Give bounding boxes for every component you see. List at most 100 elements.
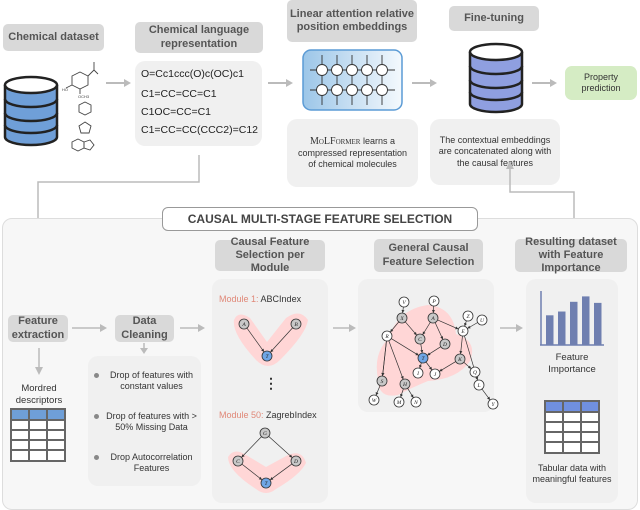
svg-text:S: S bbox=[381, 379, 384, 385]
edge-arrowhead bbox=[487, 396, 491, 400]
arrow-general-to-result bbox=[500, 324, 523, 332]
arrow-language-to-attention bbox=[268, 79, 293, 87]
svg-text:C: C bbox=[236, 459, 240, 465]
feature-importance-chart bbox=[540, 291, 604, 346]
chemical-language-header: Chemical language representation bbox=[135, 22, 263, 53]
smiles-card: O=Cc1ccc(O)c(OC)c1 C1=CC=CC=C1 C1OC=CC=C… bbox=[135, 61, 262, 146]
svg-text:W: W bbox=[372, 398, 377, 404]
arrow-extraction-to-cleaning bbox=[72, 324, 107, 332]
edge-arrowhead bbox=[400, 393, 403, 398]
graph-edge bbox=[268, 436, 293, 458]
module50-graph: G C D T bbox=[228, 427, 306, 493]
graph-node-G: G bbox=[259, 427, 271, 439]
graph-node-C: C bbox=[232, 455, 244, 467]
graph-node-T: T bbox=[261, 350, 273, 362]
graph-node-H: H bbox=[399, 378, 411, 390]
ellipsis: ⋮ bbox=[264, 375, 278, 391]
graph-node-A: A bbox=[427, 312, 439, 324]
smiles-line: O=Cc1ccc(O)c(OC)c1 bbox=[141, 68, 244, 80]
arrow-finetune-to-prediction bbox=[532, 79, 557, 87]
edge-arrowhead bbox=[464, 322, 467, 327]
svg-text:Q: Q bbox=[473, 370, 477, 376]
data-cleaning-card: Drop of features with constant values Dr… bbox=[88, 356, 201, 486]
importance-bar bbox=[582, 296, 590, 345]
smiles-line: C1=CC=CC(CCC2)=C12 bbox=[141, 124, 258, 136]
general-causal-header: General Causal Feature Selection bbox=[374, 239, 483, 272]
graph-node-Z: Z bbox=[462, 310, 474, 322]
svg-text:HO: HO bbox=[62, 87, 68, 92]
feature-importance-label: Feature Importance bbox=[548, 352, 596, 375]
graph-node-R: R bbox=[381, 330, 393, 342]
graph-edge bbox=[241, 436, 262, 458]
svg-text:OCH3: OCH3 bbox=[78, 94, 90, 99]
svg-text:C: C bbox=[418, 337, 422, 343]
highlight-region bbox=[376, 305, 473, 396]
module1-graph: A B T bbox=[233, 313, 308, 366]
per-module-header: Causal Feature Selection per Module bbox=[215, 236, 325, 274]
arrow-dataset-to-language bbox=[106, 79, 131, 87]
graph-node-X: X bbox=[396, 312, 408, 324]
graph-node-N: N bbox=[410, 396, 422, 408]
property-prediction-box: Property prediction bbox=[565, 66, 637, 100]
graph-node-D: D bbox=[290, 455, 302, 467]
svg-text:D: D bbox=[293, 459, 298, 465]
svg-text:D: D bbox=[442, 342, 447, 348]
graph-node-I: I bbox=[412, 367, 424, 379]
arrow-module-to-general bbox=[333, 324, 356, 332]
graph-node-V: V bbox=[398, 296, 410, 308]
graph-node-J: J bbox=[429, 368, 441, 380]
graph-node-M: M bbox=[393, 396, 405, 408]
result-header: Resulting dataset with Feature Importanc… bbox=[515, 236, 627, 274]
molecule-structures-icon: HO OCH3 bbox=[62, 62, 99, 152]
importance-bar bbox=[570, 301, 578, 345]
molformer-desc-card: MoLFormer learns a compressed representa… bbox=[287, 119, 418, 187]
linear-attention-header: Linear attention relative position embed… bbox=[287, 0, 417, 42]
graph-node-C: C bbox=[414, 333, 426, 345]
module1-label: Module 1: ABCIndex bbox=[219, 294, 302, 304]
importance-bar bbox=[558, 311, 566, 345]
panel-title: CAUSAL MULTI-STAGE FEATURE SELECTION bbox=[162, 207, 478, 231]
descriptors-table-icon bbox=[10, 408, 66, 462]
tabular-data-label: Tabular data with meaningful features bbox=[532, 463, 612, 485]
arrow-cleaning-down bbox=[140, 343, 148, 354]
module50-label: Module 50: ZagrebIndex bbox=[219, 410, 317, 420]
mordred-descriptors-label: Mordred descriptors bbox=[15, 383, 63, 406]
graph-node-W: W bbox=[368, 394, 380, 406]
arrow-attention-to-finetune bbox=[412, 79, 437, 87]
graph-node-K: K bbox=[454, 353, 466, 365]
database-icon bbox=[3, 75, 59, 147]
importance-bar bbox=[546, 315, 554, 345]
cleaning-step: Drop of features with constant values bbox=[94, 370, 198, 393]
general-causal-graph: V P X A ZU E R C D T K I J Q L S H W M N Y bbox=[368, 295, 499, 410]
cleaning-step: Drop Autocorrelation Features bbox=[94, 452, 198, 475]
cleaning-step: Drop of features with > 50% Missing Data bbox=[94, 411, 198, 434]
molformer-desc: MoLFormer learns a compressed representa… bbox=[297, 135, 408, 170]
svg-text:N: N bbox=[413, 400, 418, 406]
feature-extraction-header: Feature extraction bbox=[8, 315, 68, 342]
graph-node-P: P bbox=[428, 295, 440, 307]
svg-text:P: P bbox=[431, 299, 436, 305]
svg-text:X: X bbox=[399, 316, 404, 322]
svg-text:G: G bbox=[263, 431, 267, 437]
svg-text:R: R bbox=[384, 334, 389, 340]
smiles-line: C1=CC=CC=C1 bbox=[141, 88, 217, 100]
database-finetune-icon bbox=[468, 42, 524, 114]
graph-node-L: L bbox=[473, 379, 485, 391]
graph-node-E: E bbox=[457, 325, 469, 337]
data-cleaning-header: Data Cleaning bbox=[115, 315, 174, 342]
fine-tuning-header: Fine-tuning bbox=[449, 6, 539, 31]
svg-text:L: L bbox=[476, 383, 480, 389]
smiles-line: C1OC=CC=C1 bbox=[141, 106, 212, 118]
arrow-extraction-down bbox=[35, 348, 43, 375]
svg-text:E: E bbox=[460, 329, 465, 335]
graph-node-D: D bbox=[439, 338, 451, 350]
graph-node-U: U bbox=[476, 314, 488, 326]
attention-network-icon bbox=[302, 49, 403, 111]
svg-text:A: A bbox=[430, 316, 435, 322]
graph-node-S: S bbox=[376, 375, 388, 387]
chemical-dataset-header: Chemical dataset bbox=[3, 24, 104, 51]
svg-text:A: A bbox=[241, 322, 246, 328]
graph-node-T: T bbox=[417, 352, 429, 364]
arrow-cleaning-to-module bbox=[180, 324, 205, 332]
svg-text:M: M bbox=[396, 400, 402, 406]
